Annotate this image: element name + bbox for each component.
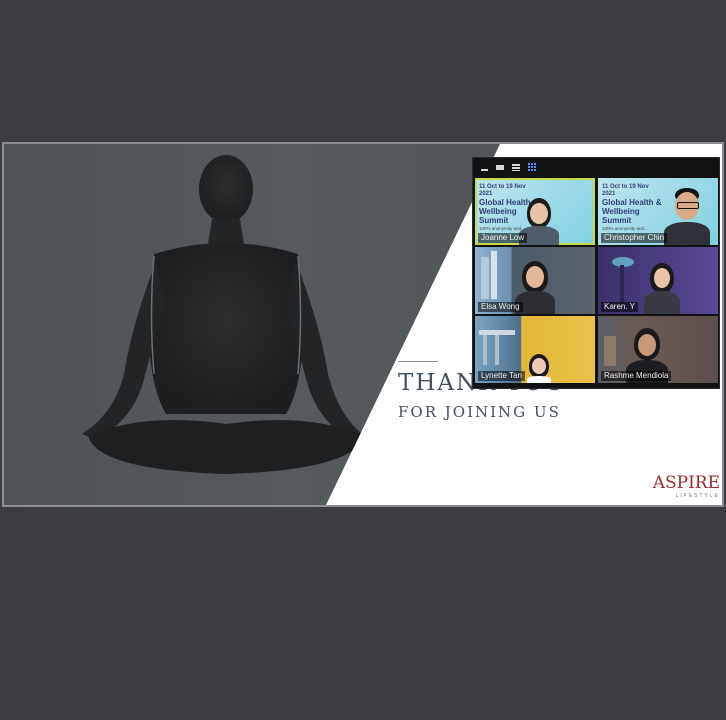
slide-subtitle: FOR JOINING US <box>398 403 561 421</box>
summit-banner: 11 Oct to 19 Nov 2021 Global Health & We… <box>602 184 662 232</box>
banner-tagline: 100% anonymity and... <box>602 226 648 231</box>
participant-tile[interactable]: Elsa Wong <box>475 247 595 314</box>
participant-name: Joanne Low <box>478 233 528 243</box>
gallery-toolbar <box>473 158 719 176</box>
title-divider <box>398 361 438 362</box>
gallery-view-icon[interactable] <box>527 162 537 172</box>
strip-view-icon[interactable] <box>511 162 521 172</box>
participant-video <box>527 354 551 383</box>
participant-video <box>664 188 710 245</box>
banner-title: Global Health & Wellbeing Summit <box>602 198 662 225</box>
video-gallery-panel: 11 Oct to 19 Nov 2021 Global Health & We… <box>472 157 720 389</box>
participant-tile[interactable]: 11 Oct to 19 Nov 2021 Global Health & We… <box>475 178 595 245</box>
brand-sub: LIFESTYLE <box>675 493 720 499</box>
participant-tile[interactable]: 11 Oct to 19 Nov 2021 Global Health & We… <box>598 178 718 245</box>
speaker-view-icon[interactable] <box>495 162 505 172</box>
minimize-icon[interactable] <box>479 162 489 172</box>
participant-name: Rashme Mendiola <box>601 371 672 381</box>
participant-tile[interactable]: Karen. Y <box>598 247 718 314</box>
participant-tile[interactable]: Lynette Tan <box>475 316 595 383</box>
participant-name: Christopher Chin <box>601 233 668 243</box>
brand-logo: ASPIRE LIFESTYLE <box>653 473 720 499</box>
brand-name: ASPIRE <box>652 473 720 493</box>
participant-video <box>644 263 680 314</box>
participant-tile[interactable]: Rashme Mendiola <box>598 316 718 383</box>
banner-dates: 11 Oct to 19 Nov 2021 <box>602 184 649 197</box>
participant-name: Lynette Tan <box>478 371 525 381</box>
participant-name: Elsa Wong <box>478 302 523 312</box>
participant-name: Karen. Y <box>601 302 638 312</box>
